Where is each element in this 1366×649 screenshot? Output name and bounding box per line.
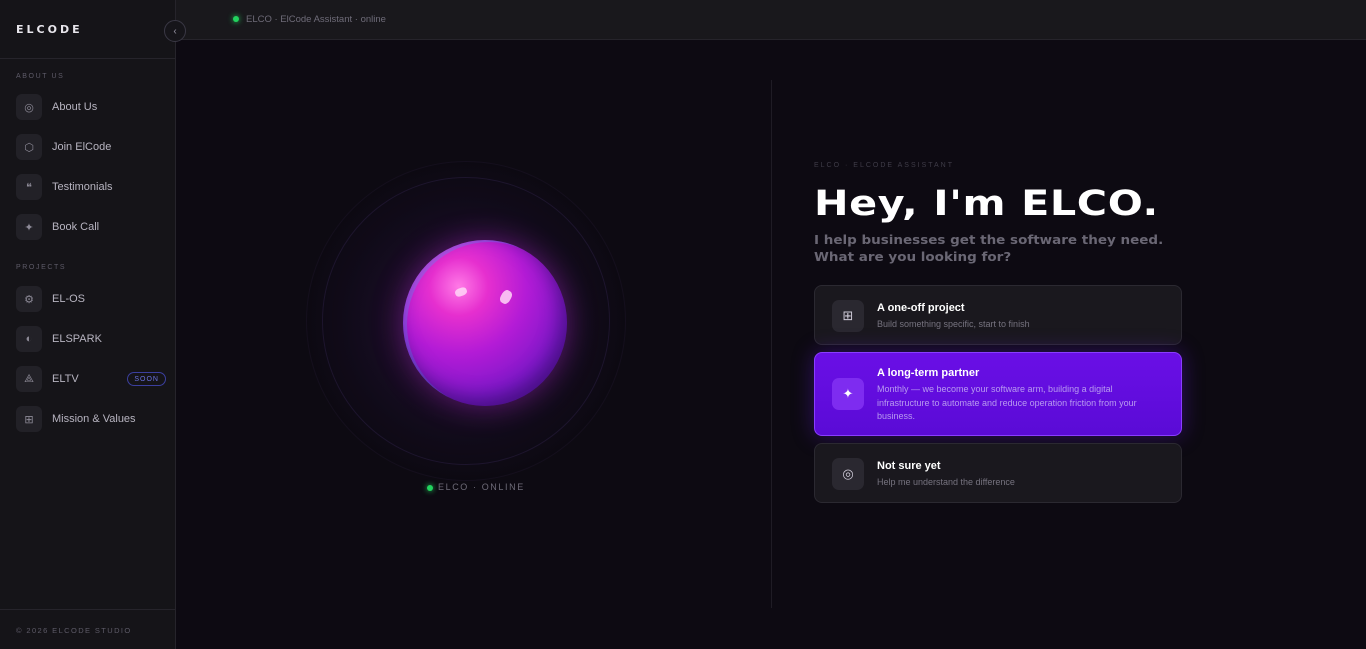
sidebar-item-testimonials[interactable]: ❝ Testimonials (16, 174, 166, 200)
gear-icon: ⚙ (16, 286, 42, 312)
grid-icon: ⊞ (832, 300, 864, 332)
sidebar-item-about-us[interactable]: ◎ About Us (16, 94, 166, 120)
sidebar-item-label: Testimonials (52, 181, 113, 193)
option-description: Monthly — we become your software arm, b… (877, 384, 1137, 421)
chevron-left-icon: ‹ (173, 25, 177, 37)
sidebar-item-eltv[interactable]: ⟁ ELTV SOON (16, 366, 166, 392)
sidebar-item-label: About Us (52, 101, 98, 113)
sidebar-item-label: EL-OS (52, 293, 86, 305)
orb-highlight (453, 286, 469, 298)
sidebar-footer: © 2026 ELCODE STUDIO (0, 609, 176, 649)
sidebar-item-el-os[interactable]: ⚙ EL-OS (16, 286, 166, 312)
grid-icon: ⊞ (16, 406, 42, 432)
hero-subtitle-line-1: I help businesses get the software they … (814, 232, 1164, 247)
target-icon: ◎ (16, 94, 42, 120)
sidebar-item-label: Book Call (52, 221, 100, 233)
sidebar: ELCODE ‹ ABOUT US ◎ About Us ⬡ Join ElCo… (0, 0, 186, 649)
sidebar-header: ELCODE ‹ (0, 0, 186, 59)
option-title: A long-term partner (877, 367, 980, 379)
top-bar: ELCO · ElCode Assistant · online (176, 0, 1366, 40)
hero-headline: Hey, I'm ELCO. (814, 184, 1159, 224)
logo[interactable]: ELCODE (16, 23, 83, 36)
panel-divider (771, 80, 772, 608)
option-title: A one-off project (877, 302, 965, 314)
orb-status-icon (427, 485, 433, 491)
assistant-eyebrow: ELCO · ELCODE ASSISTANT (814, 162, 955, 169)
sidebar-item-label: Join ElCode (52, 141, 112, 153)
option-one-off-project[interactable]: ⊞ A one-off project Build something spec… (814, 285, 1182, 345)
copyright-text: © 2026 ELCODE STUDIO (16, 626, 132, 635)
option-title: Not sure yet (877, 460, 941, 472)
option-not-sure[interactable]: ◎ Not sure yet Help me understand the di… (814, 443, 1182, 503)
triangle-icon: ⟁ (16, 366, 42, 392)
section-label-about: ABOUT US (16, 73, 65, 80)
hero-subtitle-line-2: What are you looking for? (814, 249, 1012, 264)
assistant-stage: ELCO · ONLINE (176, 40, 772, 649)
option-description: Help me understand the difference (877, 477, 1015, 487)
sidebar-item-label: ELTV (52, 373, 79, 385)
sparkle-icon: ✦ (16, 214, 42, 240)
orb-status-label: ELCO · ONLINE (438, 482, 525, 492)
sidebar-item-elspark[interactable]: ◐ ELSPARK (16, 326, 166, 352)
hexagon-icon: ⬡ (16, 134, 42, 160)
section-label-projects: PROJECTS (16, 264, 67, 271)
target-icon: ◎ (832, 458, 864, 490)
sidebar-item-label: Mission & Values (52, 413, 136, 425)
option-long-term-partner[interactable]: ✦ A long-term partner Monthly — we becom… (814, 352, 1182, 436)
sidebar-item-label: ELSPARK (52, 333, 102, 345)
hero-subtitle: I help businesses get the software they … (814, 231, 1311, 265)
sidebar-item-mission-values[interactable]: ⊞ Mission & Values (16, 406, 166, 432)
app-root: ELCODE ‹ ABOUT US ◎ About Us ⬡ Join ElCo… (0, 0, 1366, 649)
assistant-orb[interactable] (403, 240, 567, 406)
sidebar-item-join-elcode[interactable]: ⬡ Join ElCode (16, 134, 166, 160)
collapse-sidebar-button[interactable]: ‹ (164, 20, 186, 42)
sidebar-item-book-call[interactable]: ✦ Book Call (16, 214, 166, 240)
soon-badge: SOON (127, 372, 166, 386)
online-status-icon (233, 16, 239, 22)
main-panel: ELCO · ElCode Assistant · online ELCO · … (176, 0, 1366, 649)
assistant-status-text: ELCO · ElCode Assistant · online (246, 14, 386, 25)
quote-icon: ❝ (16, 174, 42, 200)
half-circle-icon: ◐ (16, 326, 42, 352)
sparkle-icon: ✦ (832, 378, 864, 410)
option-description: Build something specific, start to finis… (877, 319, 1030, 329)
orb-highlight (498, 288, 514, 306)
